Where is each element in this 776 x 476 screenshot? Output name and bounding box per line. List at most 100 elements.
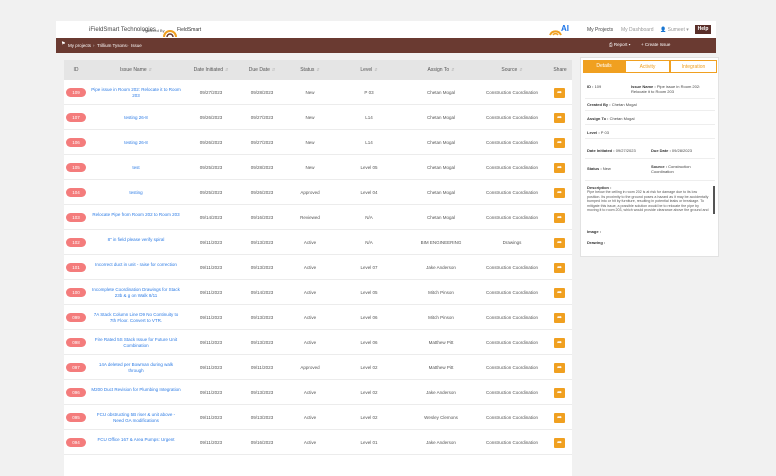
cell-issue-name[interactable]: testing 26-8 (91, 115, 181, 121)
issue-id-badge[interactable]: 104 (66, 188, 86, 197)
share-button[interactable]: ➦ (554, 263, 565, 273)
table-row[interactable]: 104 testing 09/25/2023 09/26/2023 Approved Le… (64, 180, 572, 205)
description-scrollbar[interactable] (713, 186, 715, 214)
user-menu[interactable]: 👤 Sumeet ▾ (660, 27, 689, 33)
cell-issue-name[interactable]: testing (91, 190, 181, 196)
tab-activity[interactable]: Activity (625, 60, 670, 73)
col-date-initiated[interactable]: Date Initiated ⇵ (194, 67, 229, 73)
cell-source: Drawings (502, 240, 522, 245)
table-row[interactable]: 100 Incomplete Coordination Drawings for … (64, 280, 572, 305)
issue-id-badge[interactable]: 098 (66, 338, 86, 347)
issue-id-badge[interactable]: 103 (66, 213, 86, 222)
print-icon: ⎙ (609, 42, 613, 47)
share-button[interactable]: ➦ (554, 188, 565, 198)
sort-icon: ⇵ (519, 67, 523, 72)
table-row[interactable]: 105 test 09/25/2023 09/28/2023 New Level 05 Ch… (64, 155, 572, 180)
cell-due-date: 09/28/2023 (250, 90, 274, 95)
cell-issue-name[interactable]: M200 Duct Revision for Plumbing Integrat… (91, 387, 181, 393)
table-row[interactable]: 106 testing 26-8 09/26/2023 09/27/2023 New L1… (64, 130, 572, 155)
cell-issue-name[interactable]: Relocate Pipe from Room 202 to Room 203 (91, 212, 181, 218)
table-row[interactable]: 096 M200 Duct Revision for Plumbing Integ… (64, 380, 572, 405)
issue-id-badge[interactable]: 095 (66, 413, 86, 422)
share-button[interactable]: ➦ (554, 88, 565, 98)
ai-logo[interactable]: AI (549, 23, 573, 37)
table-row[interactable]: 099 7A Stack Column Line D9 No Continuity… (64, 305, 572, 330)
share-button[interactable]: ➦ (554, 213, 565, 223)
col-issue-name[interactable]: Issue Name ⇵ (120, 67, 152, 73)
share-icon: ➦ (556, 165, 563, 171)
breadcrumb-project[interactable]: Trillium Tysons (97, 43, 127, 48)
col-level[interactable]: Level ⇵ (360, 67, 377, 73)
table-row[interactable]: 107 testing 26-8 09/26/2023 09/27/2023 New L1… (64, 105, 572, 130)
nav-my-projects[interactable]: My Projects (587, 27, 613, 33)
share-button[interactable]: ➦ (554, 363, 565, 373)
tab-details[interactable]: Details (583, 60, 625, 73)
home-icon[interactable]: ⚑ (61, 41, 65, 47)
share-button[interactable]: ➦ (554, 313, 565, 323)
issue-id-badge[interactable]: 107 (66, 113, 86, 122)
share-button[interactable]: ➦ (554, 413, 565, 423)
report-button[interactable]: ⎙ Report ▾ (609, 42, 631, 47)
share-button[interactable]: ➦ (554, 288, 565, 298)
table-row[interactable]: 097 14A deleted per Bowman during walk th… (64, 355, 572, 380)
issue-id-badge[interactable]: 101 (66, 263, 86, 272)
share-button[interactable]: ➦ (554, 163, 565, 173)
col-due-date[interactable]: Due Date ⇵ (249, 67, 275, 73)
issue-id-badge[interactable]: 102 (66, 238, 86, 247)
cell-due-date: 09/14/2023 (250, 290, 274, 295)
detail-source: Source : Construction Coordination (651, 164, 691, 174)
col-source[interactable]: Source ⇵ (501, 67, 522, 73)
cell-issue-name[interactable]: 14A deleted per Bowman during walk throu… (91, 362, 181, 373)
detail-status: Status : New (587, 166, 611, 171)
cell-issue-name[interactable]: testing 26-8 (91, 140, 181, 146)
share-button[interactable]: ➦ (554, 438, 565, 448)
table-row[interactable]: 101 Incorrect duct in unit - raise for co… (64, 255, 572, 280)
share-button[interactable]: ➦ (554, 238, 565, 248)
create-issue-button[interactable]: + Create Issue (641, 42, 670, 47)
issue-id-badge[interactable]: 097 (66, 363, 86, 372)
col-status[interactable]: Status ⇵ (300, 67, 320, 73)
table-row[interactable]: 095 FCU obstructing 5B riser & unit above… (64, 405, 572, 430)
chevron-down-icon: ▾ (686, 27, 689, 33)
issue-id-badge[interactable]: 105 (66, 163, 86, 172)
issue-id-badge[interactable]: 099 (66, 313, 86, 322)
cell-due-date: 09/28/2023 (250, 165, 274, 170)
logo-icon (163, 30, 177, 38)
table-row[interactable]: 109 Pipe issue in Room 202: Relocate it t… (64, 80, 572, 105)
issue-id-badge[interactable]: 096 (66, 388, 86, 397)
cell-status: New (305, 165, 315, 170)
issue-id-badge[interactable]: 106 (66, 138, 86, 147)
table-row[interactable]: 094 FCU Office 167 & Area Pumps: Urgent 09… (64, 430, 572, 455)
cell-issue-name[interactable]: test (91, 165, 181, 171)
help-button[interactable]: Help (695, 25, 711, 34)
cell-issue-name[interactable]: FCU obstructing 5B riser & unit above - … (91, 412, 181, 423)
issue-id-badge[interactable]: 100 (66, 288, 86, 297)
cell-issue-name[interactable]: FCU Office 167 & Area Pumps: Urgent (91, 437, 181, 443)
cell-issue-name[interactable]: Fire Rated 5S Stack Issue for Future Uni… (91, 337, 181, 348)
share-icon: ➦ (556, 115, 563, 121)
cell-status: New (305, 140, 315, 145)
cell-issue-name[interactable]: Incorrect duct in unit - raise for corre… (91, 262, 181, 268)
cell-issue-name[interactable]: Pipe issue in Room 202: Relocate it to R… (91, 87, 181, 98)
table-row[interactable]: 098 Fire Rated 5S Stack Issue for Future … (64, 330, 572, 355)
issue-id-badge[interactable]: 109 (66, 88, 86, 97)
issue-id-badge[interactable]: 094 (66, 438, 86, 447)
cell-issue-name[interactable]: Incomplete Coordination Drawings for Sta… (91, 287, 181, 298)
cell-level: N/A (365, 240, 373, 245)
table-row[interactable]: 103 Relocate Pipe from Room 202 to Room 2… (64, 205, 572, 230)
col-id[interactable]: ID (74, 67, 79, 73)
share-button[interactable]: ➦ (554, 388, 565, 398)
cell-assign-to: Chetan Mogal (426, 190, 456, 195)
share-button[interactable]: ➦ (554, 338, 565, 348)
tab-integration[interactable]: Integration (670, 60, 717, 73)
cell-issue-name[interactable]: 7A Stack Column Line D9 No Continuity to… (91, 312, 181, 323)
share-button[interactable]: ➦ (554, 113, 565, 123)
cell-issue-name[interactable]: 8" in field please verify spiral (91, 237, 181, 243)
sort-icon: ⇵ (374, 67, 378, 72)
nav-my-dashboard[interactable]: My Dashboard (621, 27, 654, 33)
breadcrumb-my-projects[interactable]: My projects (68, 43, 91, 48)
table-row[interactable]: 102 8" in field please verify spiral 09/11… (64, 230, 572, 255)
cell-source: Construction Coordination (485, 215, 539, 220)
share-button[interactable]: ➦ (554, 138, 565, 148)
col-assign-to[interactable]: Assign To ⇵ (428, 67, 455, 73)
